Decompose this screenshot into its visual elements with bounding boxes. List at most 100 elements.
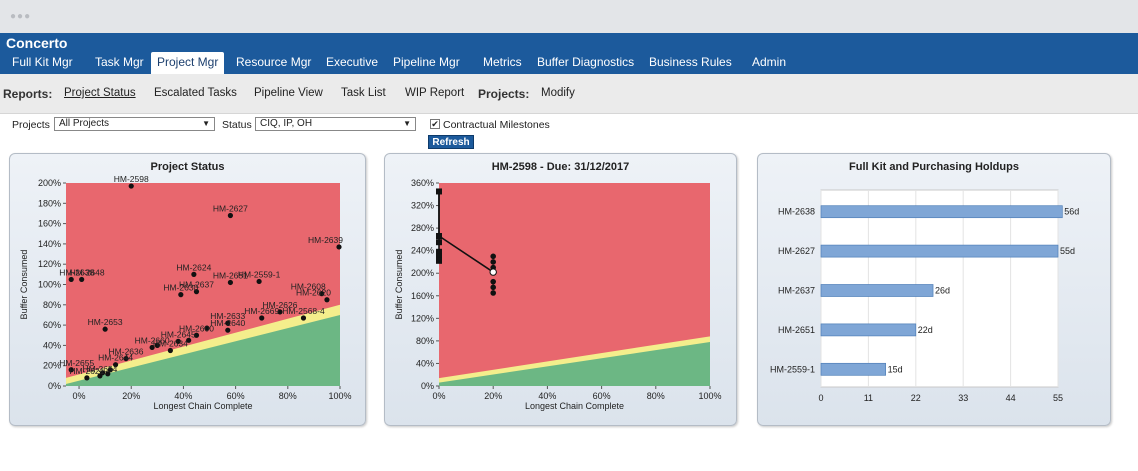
y-axis-title: Buffer Consumed	[19, 250, 29, 320]
report-wip-report[interactable]: WIP Report	[405, 87, 464, 99]
report-escalated-tasks[interactable]: Escalated Tasks	[154, 87, 237, 99]
x-tick-label: 44	[1006, 393, 1016, 403]
y-tick-label: 280%	[411, 223, 434, 233]
reports-subnav: Reports: Project Status Escalated Tasks …	[0, 74, 1138, 114]
x-tick-label: 55	[1053, 393, 1063, 403]
tab-resource-mgr[interactable]: Resource Mgr	[230, 52, 317, 74]
scatter-point	[79, 276, 85, 283]
bar	[820, 323, 917, 337]
window-titlebar: ●●●	[0, 0, 1138, 33]
tab-executive[interactable]: Executive	[320, 52, 384, 74]
scatter-point	[324, 297, 330, 303]
point-label: HM-2634	[153, 338, 188, 348]
x-tick-label: 40%	[538, 391, 556, 401]
category-label: HM-2651	[778, 325, 815, 335]
x-tick-label: 0%	[73, 391, 86, 401]
window-controls-icon[interactable]: ●●●	[10, 11, 31, 22]
y-tick-label: 80%	[43, 300, 61, 310]
x-tick-label: 0%	[432, 391, 445, 401]
y-tick-label: 240%	[411, 246, 434, 256]
y-tick-label: 320%	[411, 201, 434, 211]
bar	[820, 284, 934, 297]
point-label: HM-2627	[213, 203, 248, 213]
history-point	[436, 257, 442, 264]
y-tick-label: 100%	[38, 280, 61, 290]
report-task-list[interactable]: Task List	[341, 87, 386, 99]
y-tick-label: 160%	[411, 291, 434, 301]
tab-task-mgr[interactable]: Task Mgr	[89, 52, 150, 74]
point-label: HM-2621	[69, 366, 104, 376]
current-point	[489, 268, 497, 276]
dropdown-arrow-icon: ▼	[403, 119, 411, 128]
point-label: HM-2624	[176, 262, 211, 272]
scatter-point	[178, 292, 184, 298]
full-kit-panel: Full Kit and Purchasing Holdups 0 11 22 33 4…	[757, 153, 1111, 426]
bar	[820, 244, 1059, 258]
tab-buffer-diagnostics[interactable]: Buffer Diagnostics	[531, 52, 640, 74]
y-tick-label: 200%	[38, 178, 61, 188]
y-tick-label: 80%	[416, 336, 434, 346]
report-project-status[interactable]: Project Status	[64, 87, 136, 99]
point-label: HM-2639	[308, 235, 343, 245]
y-tick-label: 120%	[411, 313, 434, 323]
milestones-checkbox[interactable]: ✔	[430, 119, 440, 129]
bar	[820, 205, 1063, 219]
projects-filter-label: Projects	[12, 119, 50, 131]
refresh-button[interactable]: Refresh	[428, 135, 474, 149]
x-tick-label: 100%	[698, 391, 721, 401]
dropdown-arrow-icon: ▼	[202, 119, 210, 128]
scatter-point	[128, 183, 134, 189]
x-tick-label: 80%	[279, 391, 297, 401]
projects-select[interactable]: All Projects ▼	[54, 117, 215, 131]
history-point	[490, 284, 496, 291]
scatter-point	[225, 327, 231, 333]
point-label: HM-2598	[114, 174, 149, 184]
scatter-point	[256, 278, 262, 285]
status-select[interactable]: CIQ, IP, OH ▼	[255, 117, 416, 131]
status-filter-label: Status	[222, 119, 252, 131]
scatter-point	[227, 279, 233, 286]
point-label: HM-2620	[296, 288, 331, 298]
history-point	[436, 233, 442, 240]
y-axis-title: Buffer Consumed	[394, 250, 404, 320]
tab-metrics[interactable]: Metrics	[477, 52, 528, 74]
x-tick-label: 80%	[647, 391, 665, 401]
x-tick-label: 40%	[174, 391, 192, 401]
report-pipeline-view[interactable]: Pipeline View	[254, 87, 323, 99]
point-label: HM-2559-1	[238, 269, 281, 279]
y-tick-label: 360%	[411, 178, 434, 188]
scatter-point	[191, 271, 197, 277]
y-tick-label: 40%	[416, 358, 434, 368]
tab-pipeline-mgr[interactable]: Pipeline Mgr	[387, 52, 466, 74]
scatter-point	[167, 347, 173, 354]
x-tick-label: 100%	[328, 391, 351, 401]
x-tick-label: 33	[958, 393, 968, 403]
project-detail-chart: 0% 40% 80% 120% 160% 200% 240% 280% 320% 360% 0% 20…	[394, 178, 722, 411]
history-point	[436, 239, 442, 246]
tab-project-mgr[interactable]: Project Mgr	[151, 52, 225, 74]
data-label: 22d	[918, 325, 933, 335]
history-point	[490, 278, 496, 285]
x-tick-label: 20%	[122, 391, 140, 401]
y-tick-label: 60%	[43, 320, 61, 330]
data-label: 26d	[935, 286, 950, 296]
tab-admin[interactable]: Admin	[746, 52, 792, 74]
bar	[820, 362, 886, 376]
x-tick-label: 20%	[484, 391, 502, 401]
main-nav: Full Kit Mgr Task Mgr Project Mgr Resour…	[0, 52, 1138, 74]
projects-label: Projects:	[478, 87, 530, 101]
data-label: 55d	[1060, 246, 1075, 256]
y-tick-label: 0%	[48, 381, 61, 391]
point-label: HM-2648	[70, 267, 105, 277]
filter-bar: Projects All Projects ▼ Status CIQ, IP, …	[0, 116, 1138, 150]
category-label: HM-2559-1	[770, 364, 815, 374]
y-tick-label: 0%	[421, 381, 434, 391]
tab-business-rules[interactable]: Business Rules	[643, 52, 738, 74]
scatter-point	[68, 276, 74, 283]
y-tick-label: 120%	[38, 259, 61, 269]
tab-full-kit-mgr[interactable]: Full Kit Mgr	[6, 52, 79, 74]
point-label: HM-2669	[244, 306, 279, 316]
category-label: HM-2637	[778, 286, 815, 296]
projects-modify-link[interactable]: Modify	[541, 87, 575, 99]
y-tick-label: 40%	[43, 340, 61, 350]
